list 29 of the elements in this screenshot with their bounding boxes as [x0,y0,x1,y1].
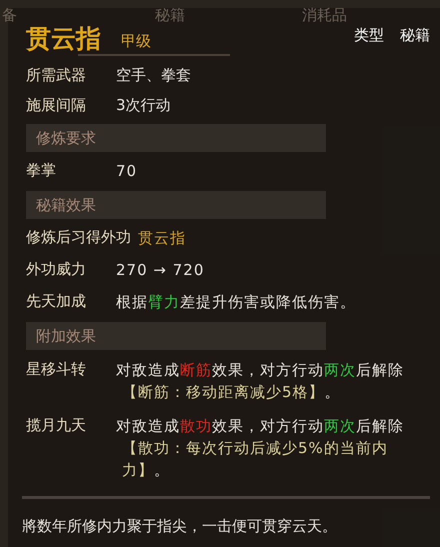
field-value: 70 [116,161,138,182]
field-value: 贯云指 [138,228,187,249]
background-tab[interactable]: 秘籍 [155,6,185,24]
field-label: 施展间隔 [26,95,87,115]
field-value: 3次行动 [116,95,171,115]
field-label: 星移斗转 [26,359,87,379]
effect-note: 【断筋：移动距离减少5格】。 [121,382,342,403]
field-label: 拳掌 [26,160,57,180]
field-label: 揽月九天 [26,415,87,435]
field-value: 根据臂力差提升伤害或降低伤害。 [116,292,357,313]
field-label: 外功威力 [26,259,87,279]
field-value: 对敌造成断筋效果，对方行动两次后解除 [116,360,405,381]
field-value: 对敌造成散功效果，对方行动两次后解除 [116,416,405,437]
type-value: 秘籍 [400,24,430,46]
section-title: 附加效果 [36,326,96,347]
flavor-text: 將数年所修内力聚于指尖，一击便可贯穿云天。 [22,516,338,536]
item-title: 贯云指 [26,24,101,54]
field-label: 修炼后习得外功 [26,227,132,247]
field-label: 所需武器 [26,65,87,85]
type-label: 类型 [354,24,384,46]
background-tab[interactable]: 备 [2,6,17,24]
grade-label: 甲级 [121,30,151,52]
background-tab[interactable]: 消耗品 [302,6,347,24]
effect-note: 【散功：每次行动后减少5%的当前内力】。 [121,438,389,481]
section-title: 修炼要求 [36,128,96,149]
field-label: 先天加成 [26,291,87,311]
field-value: 空手、拳套 [116,65,191,85]
field-value: 270 → 720 [116,260,206,281]
section-title: 秘籍效果 [36,194,96,216]
